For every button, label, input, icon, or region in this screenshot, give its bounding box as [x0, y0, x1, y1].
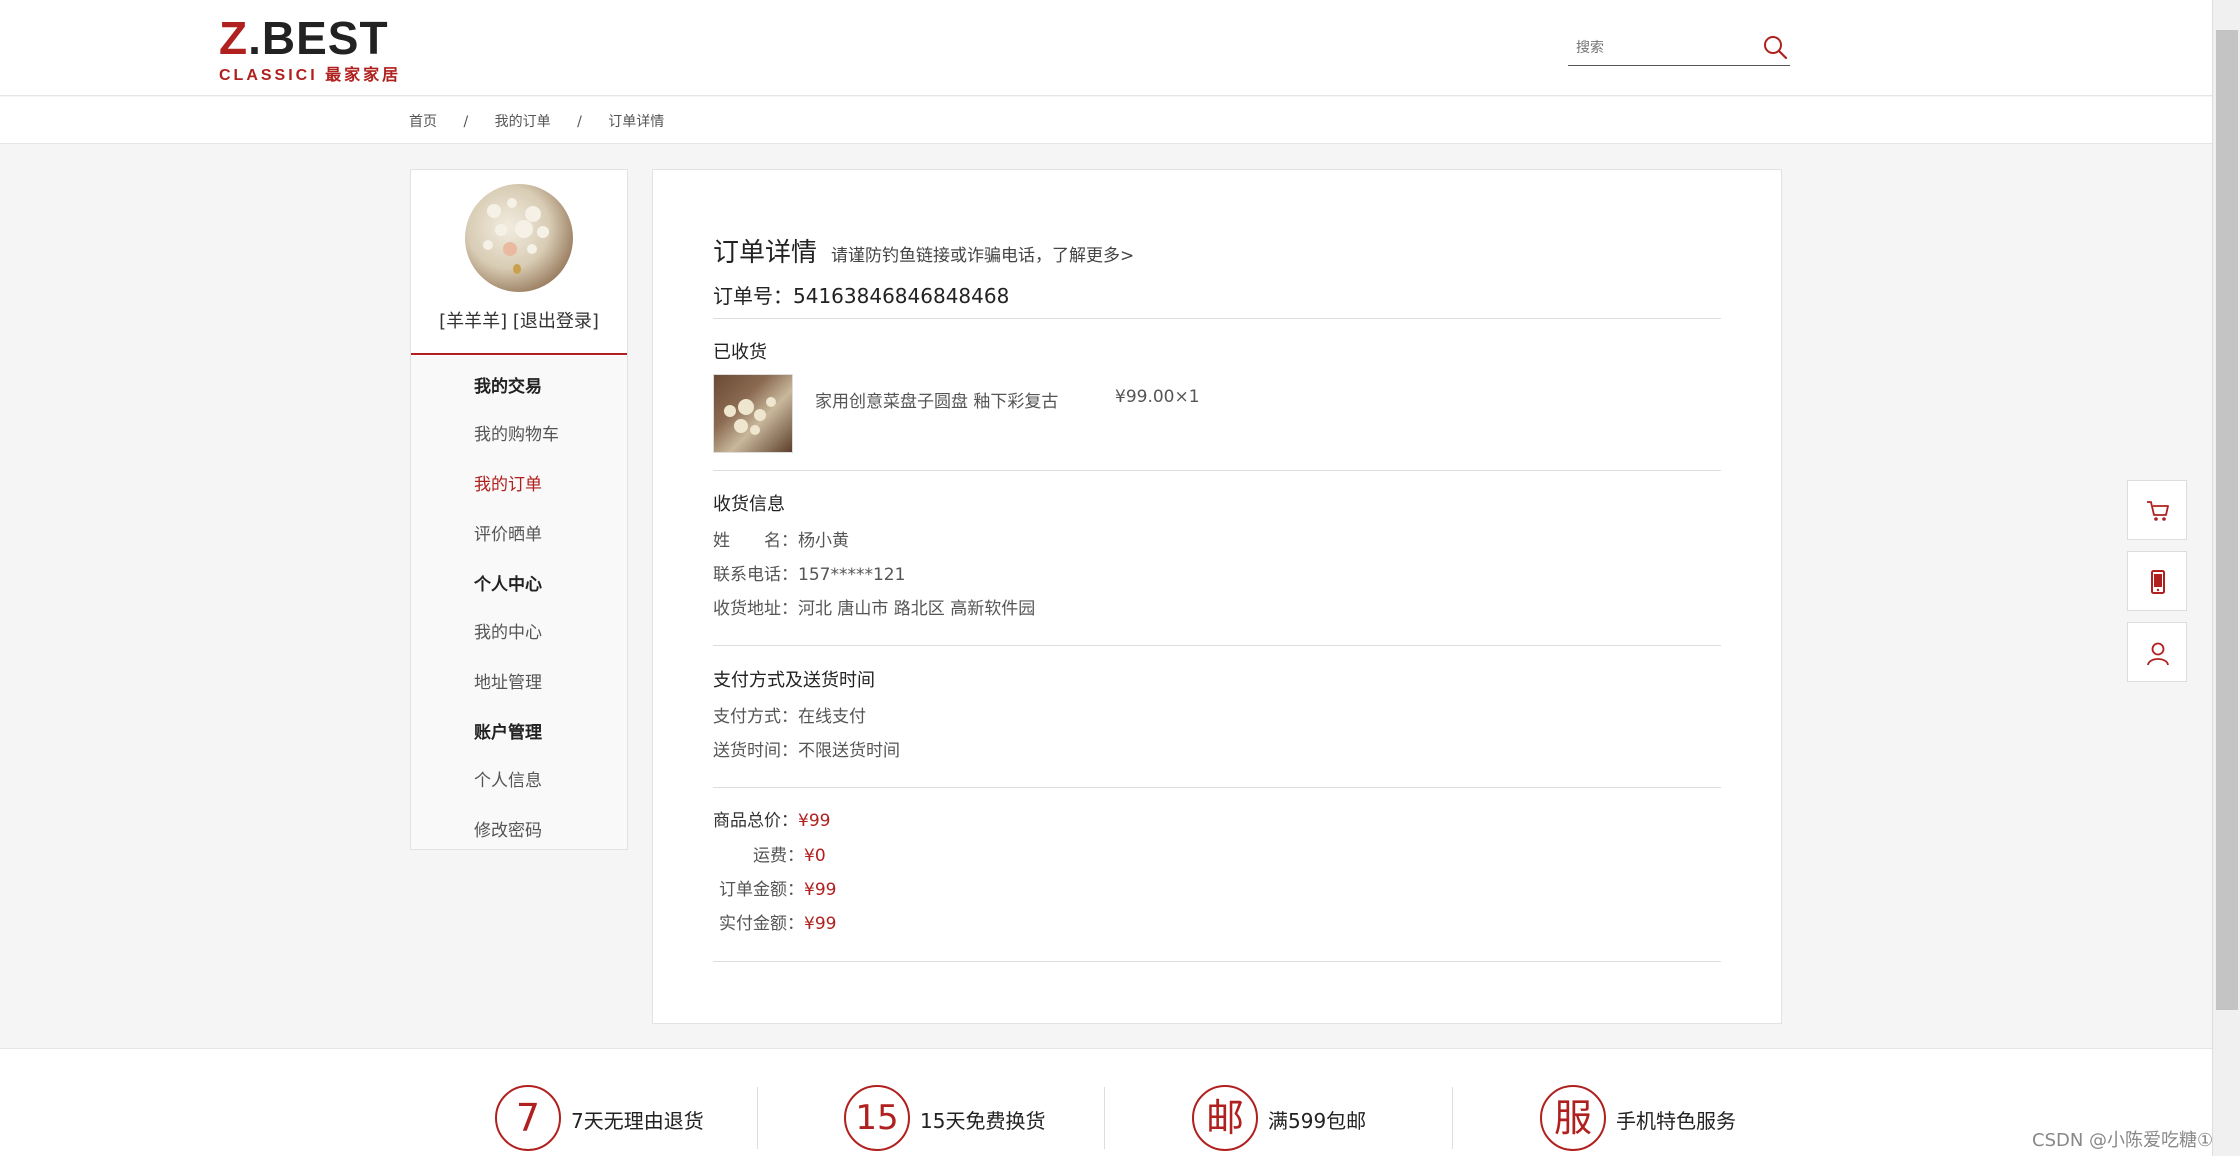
breadcrumb-current: 订单详情	[608, 114, 665, 130]
breadcrumb-orders[interactable]: 我的订单	[495, 111, 551, 131]
receiver-address-value: 河北 唐山市 路北区 高新软件园	[798, 599, 1036, 619]
sidebar-item-my-center[interactable]: 我的中心	[474, 618, 542, 643]
sidebar-item-password[interactable]: 修改密码	[474, 816, 542, 841]
site-header: Z.BEST CLASSICI 最家家居	[0, 0, 2212, 96]
user-name[interactable]: [羊羊羊]	[439, 311, 507, 332]
receiver-address-label: 收货地址：	[713, 599, 798, 619]
order-number: 订单号：54163846846848468	[713, 280, 1009, 309]
watermark: CSDN @小陈爱吃糖①	[2032, 1130, 2214, 1151]
paid-amount-value: ¥99	[804, 914, 837, 934]
breadcrumb-bar: 首页 / 我的订单 / 订单详情	[0, 97, 2212, 144]
product-thumbnail[interactable]	[713, 374, 793, 453]
avatar[interactable]	[465, 184, 573, 292]
receiver-phone-value: 157*****121	[798, 565, 906, 585]
float-user-button[interactable]	[2127, 622, 2187, 682]
receiver-name: 姓 名：杨小黄	[713, 526, 849, 551]
divider	[713, 787, 1721, 788]
fraud-notice-link[interactable]: 请谨防钓鱼链接或诈骗电话，了解更多>	[831, 246, 1134, 266]
sidebar-item-address[interactable]: 地址管理	[474, 668, 542, 693]
user-line: [羊羊羊] [退出登录]	[411, 307, 627, 333]
mobile-service-icon: 服	[1540, 1085, 1606, 1151]
page-title: 订单详情 请谨防钓鱼链接或诈骗电话，了解更多>	[713, 232, 1134, 269]
sidebar-item-profile[interactable]: 个人信息	[474, 766, 542, 791]
exchange-icon: 15	[844, 1085, 910, 1151]
receiver-title: 收货信息	[713, 494, 785, 515]
service-return-label: 7天无理由退货	[571, 1109, 704, 1133]
order-amount-value: ¥99	[804, 880, 837, 900]
receiver-address: 收货地址：河北 唐山市 路北区 高新软件园	[713, 594, 1035, 619]
delivery-time-value: 不限送货时间	[798, 741, 900, 761]
freight: 运费：¥0	[753, 841, 826, 866]
sidebar-item-orders[interactable]: 我的订单	[474, 470, 542, 495]
search-input[interactable]	[1576, 36, 1756, 60]
payment-method: 支付方式：在线支付	[713, 702, 866, 727]
order-number-label: 订单号：	[713, 284, 793, 308]
logo-subtitle: CLASSICI 最家家居	[219, 67, 402, 84]
phone-icon	[2151, 570, 2165, 594]
sidebar-divider	[411, 353, 627, 355]
divider	[1104, 1087, 1105, 1149]
product-name[interactable]: 家用创意菜盘子圆盘 釉下彩复古	[815, 387, 1058, 412]
service-footer: 7 7天无理由退货 15 15天免费换货 邮 满599包邮 服 手机特色服务	[0, 1048, 2212, 1156]
shipping-icon: 邮	[1192, 1085, 1258, 1151]
divider	[713, 961, 1721, 962]
goods-total: 商品总价：¥99	[713, 806, 830, 831]
receiver-name-label: 姓 名：	[713, 531, 798, 551]
receiver-phone-label: 联系电话：	[713, 565, 798, 585]
order-status: 已收货	[713, 342, 767, 363]
cart-icon	[2147, 501, 2169, 521]
freight-value: ¥0	[804, 846, 826, 866]
product-price-qty: ¥99.00×1	[1115, 387, 1200, 407]
paid-amount: 实付金额：¥99	[719, 909, 836, 934]
receiver-phone: 联系电话：157*****121	[713, 560, 905, 585]
freight-label: 运费：	[753, 846, 804, 866]
order-detail-panel: 订单详情 请谨防钓鱼链接或诈骗电话，了解更多> 订单号：5416384684684…	[652, 169, 1782, 1024]
float-cart-button[interactable]	[2127, 480, 2187, 540]
breadcrumb: 首页 / 我的订单 / 订单详情	[409, 111, 664, 131]
order-amount-label: 订单金额：	[719, 880, 804, 900]
sidebar-item-reviews[interactable]: 评价晒单	[474, 520, 542, 545]
divider	[713, 318, 1721, 319]
delivery-time: 送货时间：不限送货时间	[713, 736, 900, 761]
divider	[757, 1087, 758, 1149]
divider	[713, 645, 1721, 646]
breadcrumb-home[interactable]: 首页	[409, 111, 437, 131]
delivery-time-label: 送货时间：	[713, 741, 798, 761]
sidebar-item-cart[interactable]: 我的购物车	[474, 420, 559, 445]
logo-z: Z	[219, 12, 249, 64]
scrollbar[interactable]	[2212, 0, 2240, 1156]
paid-amount-label: 实付金额：	[719, 914, 804, 934]
service-exchange-label: 15天免费换货	[920, 1109, 1046, 1133]
sidebar: [羊羊羊] [退出登录] 我的交易 我的购物车 我的订单 评价晒单 个人中心 我…	[410, 169, 628, 850]
search-icon[interactable]	[1762, 34, 1788, 60]
service-shipping-label: 满599包邮	[1268, 1109, 1367, 1133]
payment-title: 支付方式及送货时间	[713, 670, 875, 691]
breadcrumb-separator: /	[577, 114, 582, 130]
payment-method-label: 支付方式：	[713, 707, 798, 727]
divider	[713, 470, 1721, 471]
payment-method-value: 在线支付	[798, 707, 866, 727]
sidebar-section-trade: 我的交易	[474, 377, 542, 397]
search-box	[1568, 30, 1790, 66]
logo-best: .BEST	[248, 12, 389, 64]
user-icon	[2147, 642, 2169, 666]
sidebar-menu: 我的交易 我的购物车 我的订单 评价晒单 个人中心 我的中心 地址管理 账户管理…	[411, 356, 627, 849]
sidebar-section-account: 账户管理	[474, 723, 542, 743]
order-amount: 订单金额：¥99	[719, 875, 836, 900]
order-number-value: 54163846846848468	[793, 284, 1010, 308]
goods-total-value: ¥99	[798, 811, 831, 831]
receiver-name-value: 杨小黄	[798, 531, 849, 551]
sidebar-section-personal: 个人中心	[474, 575, 542, 595]
return-icon: 7	[495, 1085, 561, 1151]
order-title: 订单详情	[713, 238, 818, 268]
goods-total-label: 商品总价：	[713, 811, 798, 831]
service-mobile-label: 手机特色服务	[1616, 1109, 1736, 1133]
scrollbar-thumb[interactable]	[2216, 30, 2238, 1010]
divider	[1452, 1087, 1453, 1149]
logout-link[interactable]: [退出登录]	[513, 311, 599, 332]
logo[interactable]: Z.BEST CLASSICI 最家家居	[219, 15, 398, 84]
breadcrumb-separator: /	[463, 114, 469, 130]
float-phone-button[interactable]	[2127, 551, 2187, 611]
